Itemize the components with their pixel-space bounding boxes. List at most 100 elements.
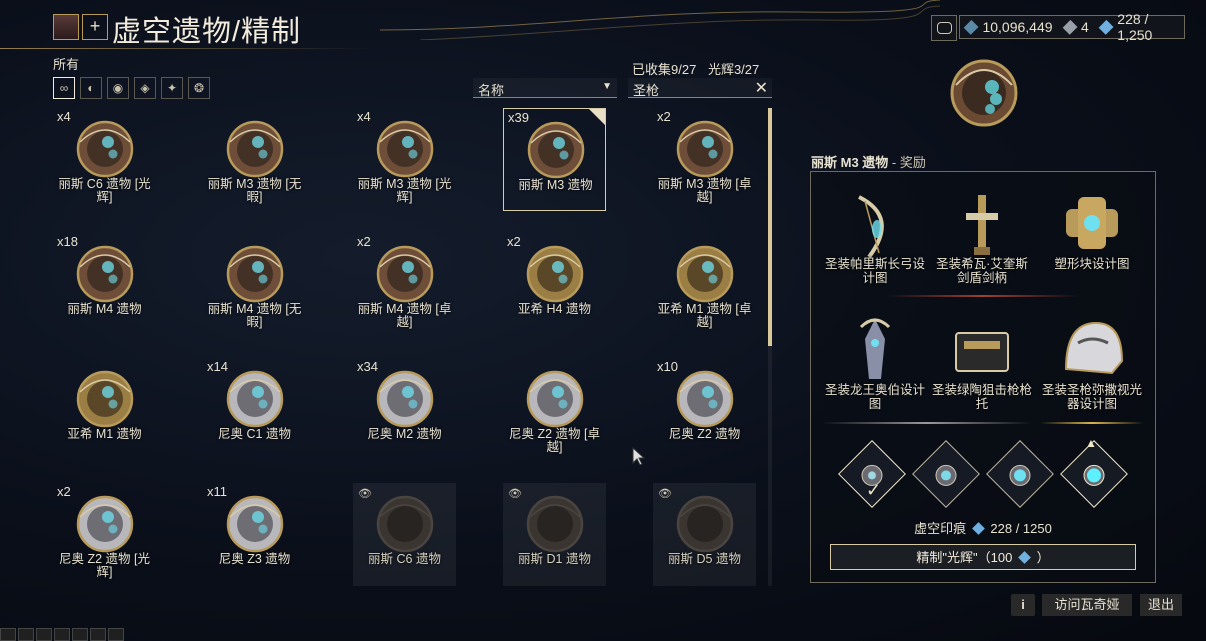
calendar-icon[interactable]	[108, 628, 124, 641]
page-title: 虚空遗物/精制	[112, 16, 302, 48]
common-rarity-divider	[886, 295, 1080, 297]
relic-name: 丽斯 M3 遗物 [卓越]	[657, 177, 752, 204]
visit-varzia-button[interactable]: 访问瓦奇娅	[1042, 594, 1132, 616]
relic-card[interactable]: x10 尼奥 Z2 遗物	[653, 358, 756, 461]
platinum-value: 4	[1081, 19, 1089, 35]
relic-card[interactable]: 尼奥 Z2 遗物 [卓越]	[503, 358, 606, 461]
relic-card[interactable]: 👁 丽斯 D5 遗物	[653, 483, 756, 586]
collection-status: 已收集9/27 光辉3/27	[632, 59, 759, 78]
info-icon: i	[1021, 597, 1025, 612]
radiant-count: 光辉3/27	[707, 62, 760, 77]
relic-card[interactable]: x39 丽斯 M3 遗物	[503, 108, 606, 211]
filter-requiem-tab[interactable]: ❂	[188, 77, 210, 99]
relic-card[interactable]: x18 丽斯 M4 遗物	[53, 233, 156, 336]
relic-card[interactable]: x4 丽斯 C6 遗物 [光辉]	[53, 108, 156, 211]
relic-card[interactable]: x34 尼奥 M2 遗物	[353, 358, 456, 461]
relic-icon	[527, 121, 585, 179]
info-button[interactable]: i	[1011, 594, 1035, 616]
relic-name: 亚希 M1 遗物	[67, 427, 142, 441]
filter-all-tab[interactable]: ∞	[53, 77, 75, 99]
refine-suffix: ）	[1036, 550, 1050, 565]
refine-cost-icon	[1018, 551, 1031, 564]
settings-icon[interactable]	[72, 628, 88, 641]
uncommon-rarity-divider	[822, 422, 1032, 424]
relic-name: 丽斯 M4 遗物	[67, 302, 142, 316]
tray-icon[interactable]	[0, 628, 16, 641]
sort-dropdown[interactable]: 名称 ▼	[473, 78, 617, 98]
reward-panel-title: 丽斯 M3 遗物 - 奖励	[811, 152, 926, 171]
reward-name: 圣装龙王奥伯设计图	[824, 383, 925, 411]
relic-card[interactable]: x4 丽斯 M3 遗物 [光辉]	[353, 108, 456, 211]
relic-name: 丽斯 M4 遗物 [卓越]	[357, 302, 452, 329]
relic-card[interactable]: x14 尼奥 C1 遗物	[203, 358, 306, 461]
relic-tier-filters: ∞ ◐ ◉ ◈ ✦ ❂	[53, 77, 210, 99]
filter-meso-tab[interactable]: ◉	[107, 77, 129, 99]
reward-item[interactable]: 圣装希瓦·艾奎斯剑盾剑柄	[930, 181, 1034, 295]
relic-count: x2	[357, 234, 371, 249]
filter-neo-tab[interactable]: ◈	[134, 77, 156, 99]
hilt-icon	[966, 195, 998, 255]
filter-label: 所有	[53, 57, 80, 72]
add-button[interactable]: +	[82, 14, 108, 40]
eye-icon: 👁	[658, 488, 672, 500]
relic-name: 尼奥 Z2 遗物 [卓越]	[509, 427, 600, 454]
selected-relic-name: 丽斯 M3 遗物	[811, 155, 889, 170]
relic-card[interactable]: 👁 丽斯 C6 遗物	[353, 483, 456, 586]
rare-rarity-divider	[1040, 422, 1144, 424]
relic-icon	[676, 370, 734, 428]
grid-scrollbar-thumb[interactable]	[768, 108, 772, 346]
reward-name: 圣装圣枪弥撒视光器设计图	[1041, 383, 1142, 411]
filter-axi-tab[interactable]: ✦	[161, 77, 183, 99]
relic-exceptional-icon	[935, 464, 957, 486]
relic-icon	[226, 370, 284, 428]
grid-scrollbar-track[interactable]	[768, 346, 772, 586]
relic-icon	[226, 120, 284, 178]
requiem-icon: ❂	[193, 81, 205, 95]
exit-button[interactable]: 退出	[1140, 594, 1182, 616]
relic-radiant-icon	[1083, 464, 1105, 486]
relic-count: x4	[357, 109, 371, 124]
currency-toggle[interactable]	[931, 15, 957, 41]
reward-item[interactable]: 圣装圣枪弥撒视光器设计图	[1040, 307, 1144, 421]
clear-search-icon[interactable]: ✕	[755, 78, 768, 98]
relic-count: x14	[207, 359, 228, 374]
shield-icon[interactable]	[18, 628, 34, 641]
relic-count: x39	[508, 110, 529, 125]
refine-button[interactable]: 精制"光辉"（100 ）	[830, 544, 1136, 570]
relic-icon	[76, 370, 134, 428]
mail-icon[interactable]	[36, 628, 52, 641]
reward-name: 圣装绿陶狙击枪枪托	[931, 383, 1032, 411]
relic-icon	[526, 495, 584, 553]
relic-card[interactable]: 丽斯 M3 遗物 [无暇]	[203, 108, 306, 211]
axi-icon: ✦	[166, 81, 178, 95]
relic-card[interactable]: x2 丽斯 M4 遗物 [卓越]	[353, 233, 456, 336]
relic-card[interactable]: 丽斯 M4 遗物 [无暇]	[203, 233, 306, 336]
relic-card[interactable]: 亚希 M1 遗物	[53, 358, 156, 461]
relic-name: 尼奥 Z2 遗物	[668, 427, 741, 441]
relic-name: 亚希 M1 遗物 [卓越]	[657, 302, 752, 329]
search-field[interactable]: 圣枪 ✕	[628, 78, 772, 98]
checkmark-icon: ✓	[866, 480, 882, 500]
relic-card[interactable]: x2 尼奥 Z2 遗物 [光辉]	[53, 483, 156, 586]
copy-icon[interactable]	[90, 628, 106, 641]
relic-count: x2	[507, 234, 521, 249]
credits-icon	[963, 19, 979, 35]
relic-name: 丽斯 D1 遗物	[518, 552, 591, 566]
relic-card[interactable]: 👁 丽斯 D1 遗物	[503, 483, 606, 586]
currency-bar: 10,096,449 4 228 / 1,250	[959, 11, 1185, 43]
reward-item[interactable]: 圣装龙王奥伯设计图	[823, 307, 927, 421]
profile-avatar[interactable]	[53, 14, 79, 40]
forma-icon	[1066, 197, 1118, 249]
relic-flawless-icon	[1009, 464, 1031, 486]
reward-item[interactable]: 圣装绿陶狙击枪枪托	[930, 307, 1034, 421]
relic-icon	[676, 120, 734, 178]
reward-item[interactable]: 圣装帕里斯长弓设计图	[823, 181, 927, 295]
relic-card[interactable]: x2 亚希 H4 遗物	[503, 233, 606, 336]
relic-card[interactable]: x11 尼奥 Z3 遗物	[203, 483, 306, 586]
help-icon[interactable]	[54, 628, 70, 641]
relic-card[interactable]: 亚希 M1 遗物 [卓越]	[653, 233, 756, 336]
reward-item[interactable]: 塑形块设计图	[1040, 181, 1144, 295]
filter-lith-tab[interactable]: ◐	[80, 77, 102, 99]
relic-card[interactable]: x2 丽斯 M3 遗物 [卓越]	[653, 108, 756, 211]
relic-count: x11	[207, 484, 227, 499]
